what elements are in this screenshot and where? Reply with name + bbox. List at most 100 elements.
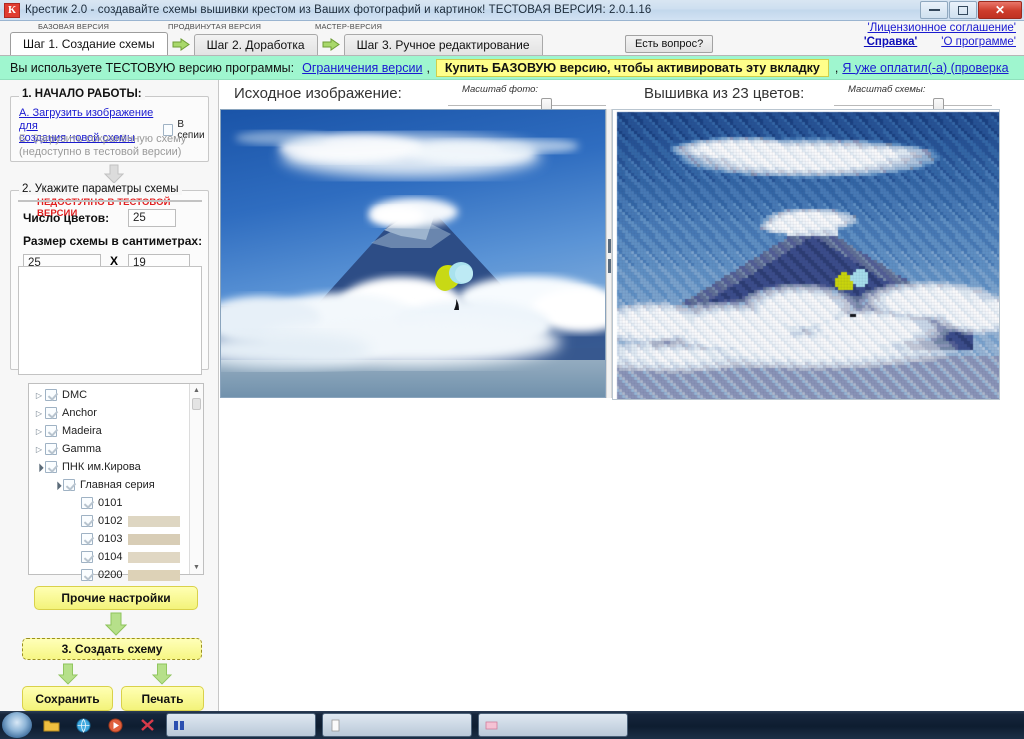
scheme-zoom-track[interactable] bbox=[834, 105, 992, 106]
close-button[interactable]: ✕ bbox=[978, 1, 1022, 19]
tree-item[interactable]: 0102 bbox=[29, 512, 188, 530]
license-link[interactable]: 'Лицензионное соглашение' bbox=[868, 22, 1016, 34]
question-button[interactable]: Есть вопрос? bbox=[625, 35, 714, 53]
media-icon[interactable] bbox=[102, 713, 128, 737]
scheme-image-frame[interactable] bbox=[612, 109, 1000, 400]
palette-tree-scrollbar[interactable]: ▲ ▼ bbox=[189, 384, 203, 574]
tab-step2-label: Шаг 2. Доработка bbox=[206, 38, 305, 52]
taskbar-item-1[interactable] bbox=[166, 713, 316, 737]
already-paid-link[interactable]: Я уже оплатил(-а) (проверка bbox=[842, 61, 1008, 75]
tab-step1[interactable]: Шаг 1. Создание схемы bbox=[10, 32, 168, 55]
taskbar-item-1-icon bbox=[173, 719, 186, 732]
scroll-down-icon[interactable]: ▼ bbox=[190, 561, 203, 574]
tree-item-checkbox[interactable] bbox=[81, 533, 93, 545]
tree-item-label: DMC bbox=[62, 389, 88, 401]
chevron-right-icon[interactable]: ▷ bbox=[33, 409, 45, 418]
start-button[interactable] bbox=[2, 712, 32, 738]
app-icon: К bbox=[4, 2, 20, 18]
tree-item[interactable]: ◢ ПНК им.Кирова bbox=[29, 458, 188, 476]
scheme-size-label: Размер схемы в сантиметрах: bbox=[23, 234, 203, 248]
tree-item-checkbox[interactable] bbox=[45, 389, 57, 401]
scrollbar-thumb[interactable] bbox=[192, 398, 201, 410]
tree-item[interactable]: ▷ DMC bbox=[29, 386, 188, 404]
version-limits-link[interactable]: Ограничения версии bbox=[302, 61, 422, 75]
scheme-zoom-caption: Масштаб схемы: bbox=[848, 84, 926, 95]
tree-item-checkbox[interactable] bbox=[45, 425, 57, 437]
tree-item[interactable]: ▷ Madeira bbox=[29, 422, 188, 440]
chevron-right-icon[interactable]: ▷ bbox=[33, 427, 45, 436]
taskbar-item-2-icon bbox=[329, 719, 342, 732]
taskbar-item-2[interactable] bbox=[322, 713, 472, 737]
tree-item[interactable]: ▷ Anchor bbox=[29, 404, 188, 422]
tree-item[interactable]: 0103 bbox=[29, 530, 188, 548]
taskbar-item-3[interactable] bbox=[478, 713, 628, 737]
tree-item-label: Главная серия bbox=[80, 479, 155, 491]
tree-item[interactable]: 0200 bbox=[29, 566, 188, 584]
tree-item-label: 0104 bbox=[98, 551, 123, 563]
tree-item-label: Anchor bbox=[62, 407, 97, 419]
section-getting-started: 1. НАЧАЛО РАБОТЫ: А. Загрузить изображен… bbox=[10, 88, 209, 162]
folder-icon[interactable] bbox=[38, 713, 64, 737]
tree-item[interactable]: 0101 bbox=[29, 494, 188, 512]
tree-item-checkbox[interactable] bbox=[81, 497, 93, 509]
notice-comma-2: , bbox=[834, 60, 839, 75]
tree-item-label: Madeira bbox=[62, 425, 102, 437]
arrow-to-step3-icon bbox=[321, 34, 341, 55]
other-settings-button[interactable]: Прочие настройки bbox=[34, 586, 198, 610]
tree-item-checkbox[interactable] bbox=[81, 515, 93, 527]
load-saved-line2: (недоступно в тестовой версии) bbox=[19, 145, 182, 158]
tree-item-label: 0200 bbox=[98, 569, 123, 581]
photo-zoom-caption: Масштаб фото: bbox=[462, 84, 539, 95]
application-window: К Крестик 2.0 - создавайте схемы вышивки… bbox=[0, 0, 1024, 739]
arrow-down-2-icon bbox=[104, 612, 128, 641]
section1-title: 1. НАЧАЛО РАБОТЫ: bbox=[19, 88, 145, 100]
color-swatch bbox=[128, 515, 181, 527]
tree-item-label: Gamma bbox=[62, 443, 102, 455]
color-swatch bbox=[128, 569, 181, 581]
tab-step3[interactable]: Шаг 3. Ручное редактирование bbox=[343, 34, 543, 55]
trial-notice-text: Вы используете ТЕСТОВУЮ версию программы… bbox=[10, 60, 295, 75]
left-control-panel: 1. НАЧАЛО РАБОТЫ: А. Загрузить изображен… bbox=[0, 80, 219, 711]
color-count-input[interactable]: 25 bbox=[128, 209, 176, 227]
chevron-right-icon[interactable]: ▷ bbox=[33, 445, 45, 454]
tree-item-checkbox[interactable] bbox=[45, 443, 57, 455]
app-icon[interactable] bbox=[134, 713, 160, 737]
tree-item-checkbox[interactable] bbox=[45, 407, 57, 419]
floss-palette-tree[interactable] bbox=[18, 266, 202, 375]
tree-item-checkbox[interactable] bbox=[45, 461, 57, 473]
top-links: 'Лицензионное соглашение' 'Справка' 'О п… bbox=[864, 20, 1016, 49]
save-button[interactable]: Сохранить bbox=[22, 686, 113, 711]
tab-step2[interactable]: Шаг 2. Доработка bbox=[193, 34, 318, 55]
windows-taskbar bbox=[0, 711, 1024, 739]
scroll-up-icon[interactable]: ▲ bbox=[190, 384, 203, 397]
tab-step1-label: Шаг 1. Создание схемы bbox=[23, 37, 155, 51]
tree-item-label: 0101 bbox=[98, 497, 123, 509]
create-scheme-button[interactable]: 3. Создать схему bbox=[22, 638, 202, 660]
tree-item-checkbox[interactable] bbox=[81, 569, 93, 581]
photo-zoom-track[interactable] bbox=[448, 105, 606, 106]
notice-comma-1: , bbox=[426, 60, 430, 75]
splitter-grip-1 bbox=[608, 239, 611, 253]
chevron-right-icon[interactable]: ▷ bbox=[33, 391, 45, 400]
about-link[interactable]: 'О программе' bbox=[941, 35, 1016, 49]
print-button[interactable]: Печать bbox=[121, 686, 204, 711]
tree-item-checkbox[interactable] bbox=[81, 551, 93, 563]
source-image-frame[interactable] bbox=[220, 109, 606, 398]
source-image-header: Исходное изображение: bbox=[234, 85, 402, 102]
buy-basic-button[interactable]: Купить БАЗОВУЮ версию, чтобы активироват… bbox=[435, 58, 829, 77]
tree-item-label: 0103 bbox=[98, 533, 123, 545]
palette-tree-container[interactable]: ▷ DMC ▷ Anchor ▷ Madeira ▷ Gamma ◢ ПНК им.Кирова ◢… bbox=[28, 383, 204, 581]
client-area: Вы используете ТЕСТОВУЮ версию программы… bbox=[0, 55, 1024, 711]
minimize-icon bbox=[928, 8, 940, 11]
taskbar-item-3-icon bbox=[485, 719, 498, 732]
maximize-button[interactable] bbox=[949, 1, 977, 19]
tree-item-checkbox[interactable] bbox=[63, 479, 75, 491]
tree-item[interactable]: ◢ Главная серия bbox=[29, 476, 188, 494]
tree-item[interactable]: 0104 bbox=[29, 548, 188, 566]
scheme-header: Вышивка из 23 цветов: bbox=[644, 85, 805, 102]
version-caption-basic: БАЗОВАЯ ВЕРСИЯ bbox=[38, 22, 110, 31]
minimize-button[interactable] bbox=[920, 1, 948, 19]
tree-item[interactable]: ▷ Gamma bbox=[29, 440, 188, 458]
browser-icon[interactable] bbox=[70, 713, 96, 737]
help-link[interactable]: 'Справка' bbox=[864, 35, 917, 49]
